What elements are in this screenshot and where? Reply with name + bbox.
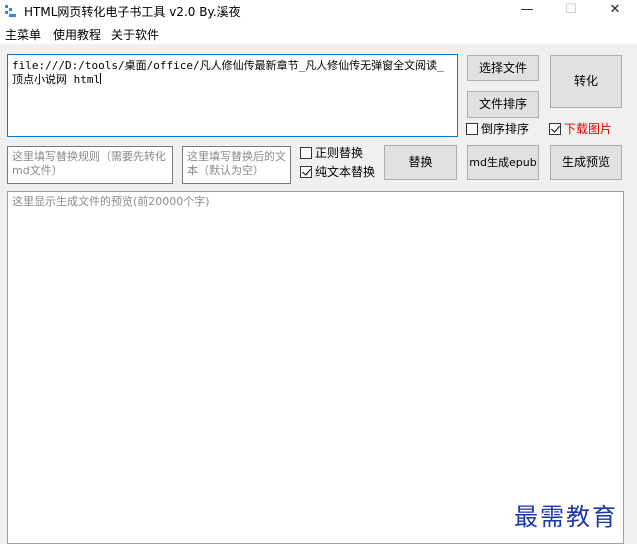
md-to-epub-button[interactable]: md生成epub xyxy=(467,145,539,180)
regex-replace-label: 正则替换 xyxy=(315,146,364,160)
replace-button[interactable]: 替换 xyxy=(384,145,457,180)
file-path-value: file:///D:/tools/桌面/office/凡人修仙传最新章节_凡人修… xyxy=(12,59,444,86)
regex-replace-box[interactable] xyxy=(300,147,312,159)
download-images-box[interactable] xyxy=(549,123,561,135)
menu-about[interactable]: 关于软件 xyxy=(111,26,159,43)
plain-text-replace-label: 纯文本替换 xyxy=(315,165,376,179)
replace-rule-placeholder: 这里填写替换规则（需要先转化md文件） xyxy=(12,150,166,177)
reverse-sort-checkbox[interactable]: 倒序排序 xyxy=(466,123,529,136)
file-path-input[interactable]: file:///D:/tools/桌面/office/凡人修仙传最新章节_凡人修… xyxy=(7,54,458,137)
regex-replace-checkbox[interactable]: 正则替换 xyxy=(300,147,363,160)
text-caret xyxy=(100,73,102,84)
preview-placeholder: 这里显示生成文件的预览(前20000个字) xyxy=(12,195,210,208)
replacement-text-input[interactable]: 这里填写替换后的文本（默认为空） xyxy=(182,146,291,184)
minimize-button[interactable]: — xyxy=(505,0,549,22)
window-title: HTML网页转化电子书工具 v2.0 By.溪夜 xyxy=(24,5,241,19)
title-bar: HTML网页转化电子书工具 v2.0 By.溪夜 — ☐ ✕ xyxy=(0,0,637,22)
app-icon xyxy=(5,5,16,17)
plain-text-replace-checkbox[interactable]: 纯文本替换 xyxy=(300,166,375,179)
reverse-sort-label: 倒序排序 xyxy=(481,122,530,136)
download-images-checkbox[interactable]: 下载图片 xyxy=(549,123,612,136)
menu-main[interactable]: 主菜单 xyxy=(5,26,41,43)
reverse-sort-box[interactable] xyxy=(466,123,478,135)
preview-area[interactable]: 这里显示生成文件的预览(前20000个字) xyxy=(7,191,624,544)
download-images-label: 下载图片 xyxy=(564,122,613,136)
sort-files-button[interactable]: 文件排序 xyxy=(467,91,539,118)
replace-rule-input[interactable]: 这里填写替换规则（需要先转化md文件） xyxy=(7,146,173,184)
convert-button[interactable]: 转化 xyxy=(550,55,622,108)
watermark-text: 最需教育 xyxy=(514,503,618,531)
menu-bar: 主菜单 使用教程 关于软件 xyxy=(0,22,637,44)
plain-text-replace-box[interactable] xyxy=(300,166,312,178)
close-button[interactable]: ✕ xyxy=(593,0,637,22)
select-file-button[interactable]: 选择文件 xyxy=(467,55,539,81)
maximize-button[interactable]: ☐ xyxy=(549,0,593,22)
generate-preview-button[interactable]: 生成预览 xyxy=(550,145,622,180)
replacement-text-placeholder: 这里填写替换后的文本（默认为空） xyxy=(187,150,286,177)
menu-tutorial[interactable]: 使用教程 xyxy=(53,26,101,43)
